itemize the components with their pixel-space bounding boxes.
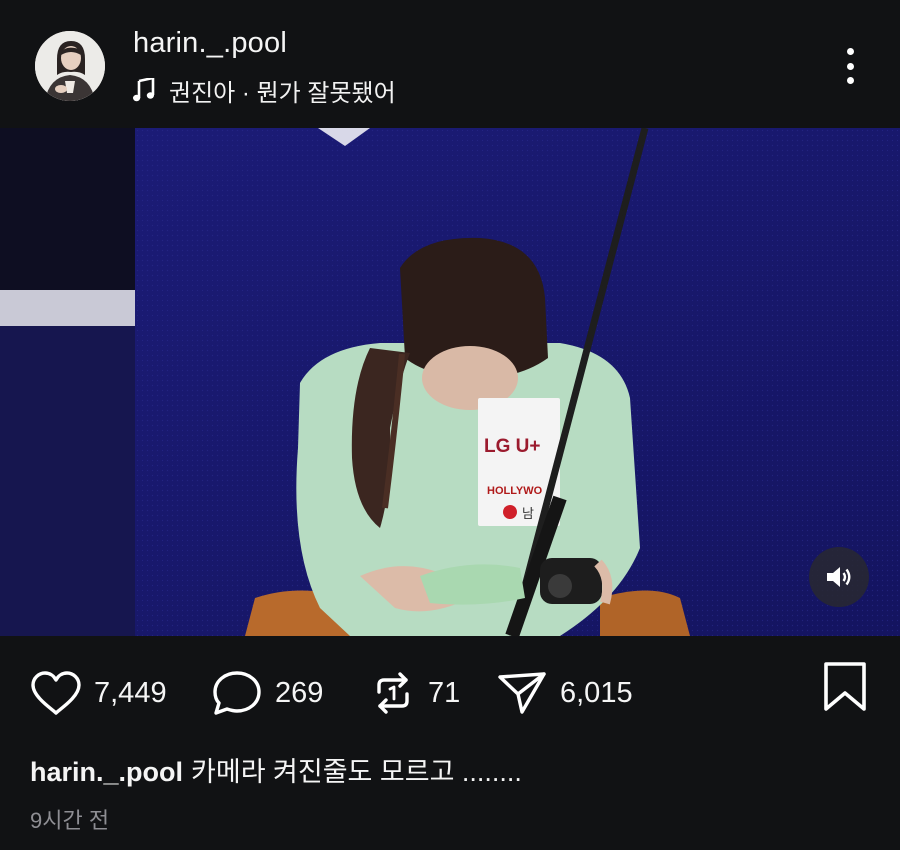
heart-icon — [31, 671, 81, 715]
comment-button[interactable]: 269 — [211, 670, 323, 716]
send-icon — [498, 672, 546, 714]
save-button[interactable] — [822, 661, 868, 718]
like-count: 7,449 — [94, 676, 167, 709]
bookmark-icon — [824, 662, 866, 711]
logo-hollywood: HOLLYWO — [487, 485, 543, 497]
music-info[interactable]: 권진아 · 뭔가 잘못됐어 — [133, 75, 396, 107]
video-player[interactable]: LG U+ HOLLYWO 남 — [0, 128, 900, 636]
music-label: 권진아 · 뭔가 잘못됐어 — [169, 79, 396, 107]
music-note-icon — [133, 78, 155, 102]
avatar[interactable] — [35, 31, 105, 101]
post-header: harin._.pool 권진아 · 뭔가 잘못됐어 — [0, 0, 900, 128]
logo-namyang: 남 — [522, 506, 534, 521]
comment-count: 269 — [275, 676, 324, 709]
comment-bubble-icon — [213, 671, 261, 715]
username[interactable]: harin._.pool — [133, 27, 287, 60]
more-dot — [846, 77, 854, 84]
action-bar: 7,449 269 71 6,015 — [0, 636, 900, 746]
caption-text: 카메라 켜진줄도 모르고 ........ — [191, 757, 522, 787]
more-dot — [846, 62, 854, 70]
more-vertical-icon — [846, 48, 854, 55]
share-button[interactable]: 6,015 — [496, 670, 633, 716]
repost-count: 71 — [428, 676, 461, 709]
video-frame: LG U+ HOLLYWO 남 — [0, 128, 900, 636]
logo-lg: LG U+ — [484, 436, 540, 457]
post-time: 9시간 전 — [30, 808, 110, 833]
caption-username[interactable]: harin._.pool — [30, 757, 183, 787]
repost-button[interactable]: 71 — [370, 670, 460, 716]
mute-button[interactable] — [809, 547, 869, 607]
share-count: 6,015 — [560, 676, 633, 709]
repost-icon — [377, 672, 409, 714]
more-options-button[interactable] — [836, 44, 864, 88]
like-button[interactable]: 7,449 — [30, 670, 167, 716]
volume-icon — [827, 567, 851, 587]
caption: harin._.pool 카메라 켜진줄도 모르고 ........ — [30, 750, 522, 789]
